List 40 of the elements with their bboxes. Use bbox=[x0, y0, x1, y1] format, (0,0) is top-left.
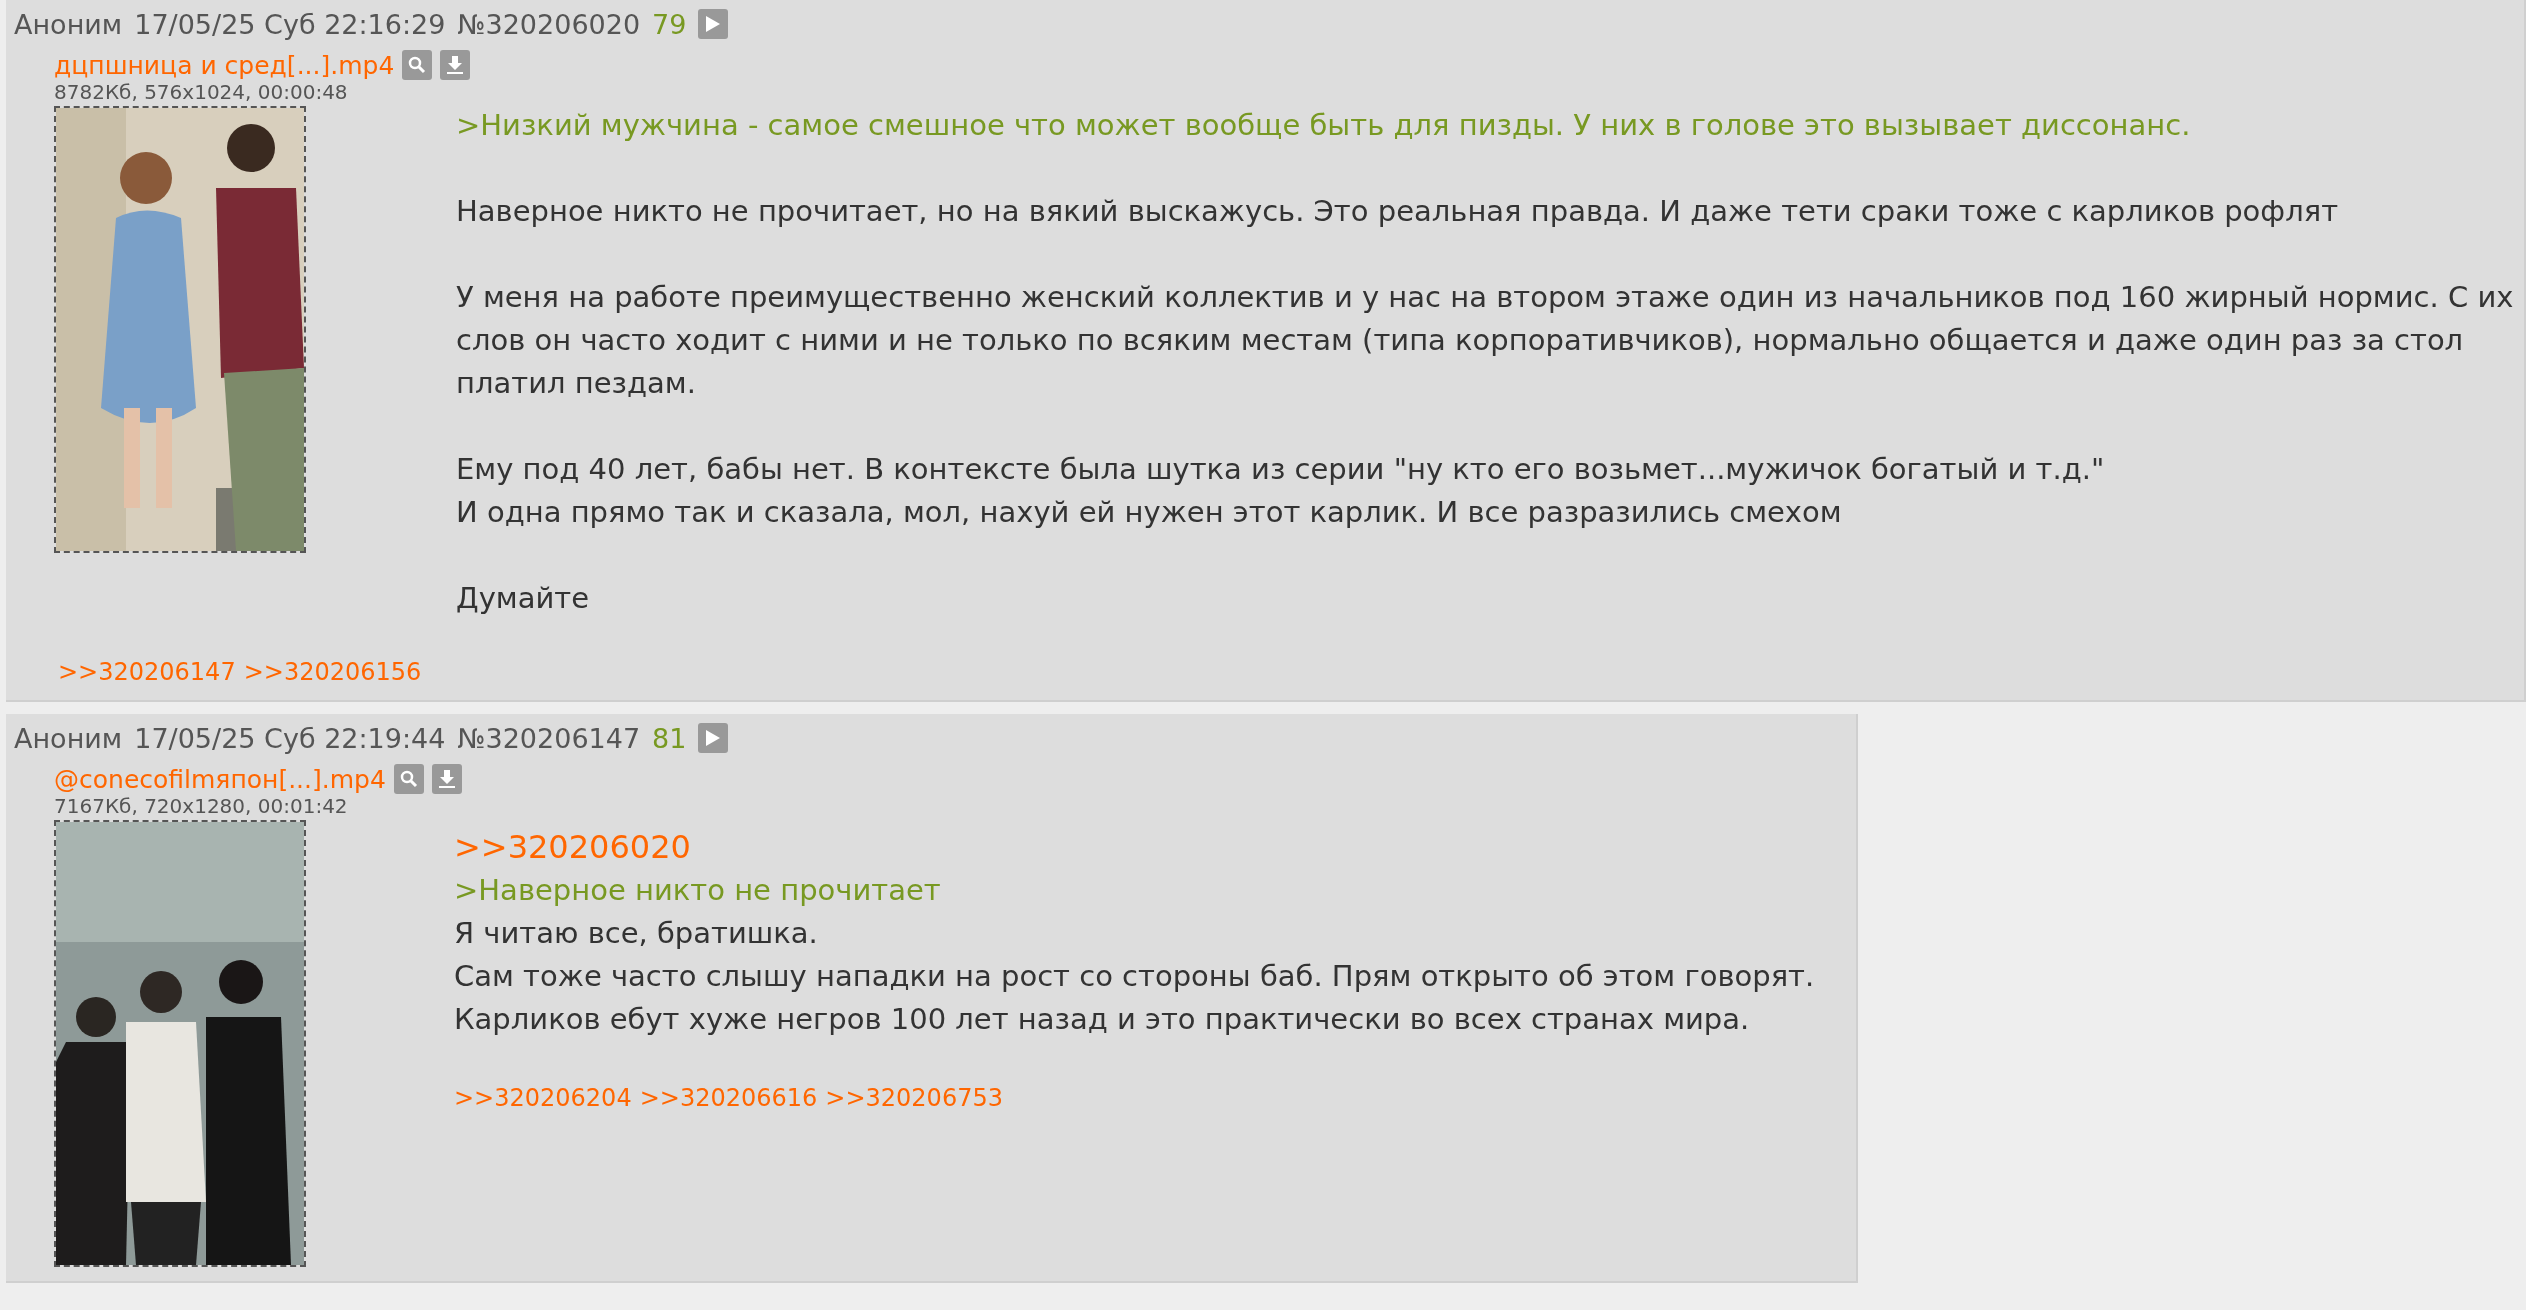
search-icon bbox=[399, 770, 418, 788]
reply-link[interactable]: >>320206020 bbox=[454, 826, 1815, 869]
download-icon bbox=[445, 55, 466, 75]
quote-text: >Низкий мужчина - самое смешное что может вообще быть для пизды. У них в голове это вызывает диссонанс. bbox=[456, 107, 2192, 144]
poster-name: Аноним bbox=[14, 8, 123, 40]
post-date: 17/05/25 Суб 22:19:44 bbox=[134, 722, 446, 754]
file-link[interactable]: дцпшница и сред[...].mp4 bbox=[54, 50, 395, 80]
download-icon bbox=[436, 769, 457, 789]
post-index: 79 bbox=[652, 8, 687, 40]
play-button[interactable] bbox=[698, 723, 729, 753]
search-button[interactable] bbox=[402, 50, 433, 80]
post-text: Думайте bbox=[456, 580, 591, 617]
reply-link[interactable]: >>320206204 bbox=[454, 1084, 632, 1112]
quote-text: >Наверное никто не прочитает bbox=[454, 872, 942, 909]
play-button[interactable] bbox=[698, 9, 729, 39]
post-date: 17/05/25 Суб 22:16:29 bbox=[134, 8, 446, 40]
post-index: 81 bbox=[652, 722, 687, 754]
post-text: У меня на работе преимущественно женский коллектив и у нас на втором этаже один из начальников под 160 жирный нормис. С их слов он часто ходит с ними и не только по всяким местам (типа корпоративчиков), нормально общается и даже один раз за стол платил пездам. bbox=[456, 279, 2515, 402]
download-button[interactable] bbox=[440, 50, 471, 80]
post-number[interactable]: №320206147 bbox=[457, 722, 641, 754]
reply-link[interactable]: >>320206147 bbox=[58, 658, 236, 686]
play-icon bbox=[705, 15, 722, 33]
reply-link[interactable]: >>320206616 bbox=[639, 1084, 818, 1112]
download-button[interactable] bbox=[431, 764, 462, 794]
search-icon bbox=[408, 56, 427, 74]
search-button[interactable] bbox=[393, 764, 424, 794]
reply-link[interactable]: >>320206753 bbox=[825, 1084, 1003, 1112]
reply-link[interactable]: >>320206156 bbox=[243, 658, 422, 686]
poster-name: Аноним bbox=[14, 722, 123, 754]
post-text: Ему под 40 лет, бабы нет. В контексте была шутка из серии "ну кто его возьмет...мужичок богатый и т.д." bbox=[456, 451, 2106, 488]
file-info: 7167Кб, 720x1280, 00:01:42 bbox=[54, 794, 349, 818]
post-text: Карликов ебут хуже негров 100 лет назад и это практически во всех странах мира. bbox=[454, 1001, 1751, 1038]
file-info: 8782Кб, 576x1024, 00:00:48 bbox=[54, 80, 349, 104]
post-text: Сам тоже часто слышу нападки на рост со стороны баб. Прям открыто об этом говорят. bbox=[454, 958, 1815, 995]
post-text: И одна прямо так и сказала, мол, нахуй ей нужен этот карлик. И все разразились смехом bbox=[456, 494, 1843, 531]
post-number[interactable]: №320206020 bbox=[457, 8, 641, 40]
post-text: Я читаю все, братишка. bbox=[454, 915, 819, 952]
post-text: Наверное никто не прочитает, но на вякий выскажусь. Это реальная правда. И даже тети сраки тоже с карликов рофлят bbox=[456, 193, 2340, 230]
play-icon bbox=[705, 729, 722, 747]
file-link[interactable]: @conecofilmяпон[...].mp4 bbox=[54, 764, 386, 794]
